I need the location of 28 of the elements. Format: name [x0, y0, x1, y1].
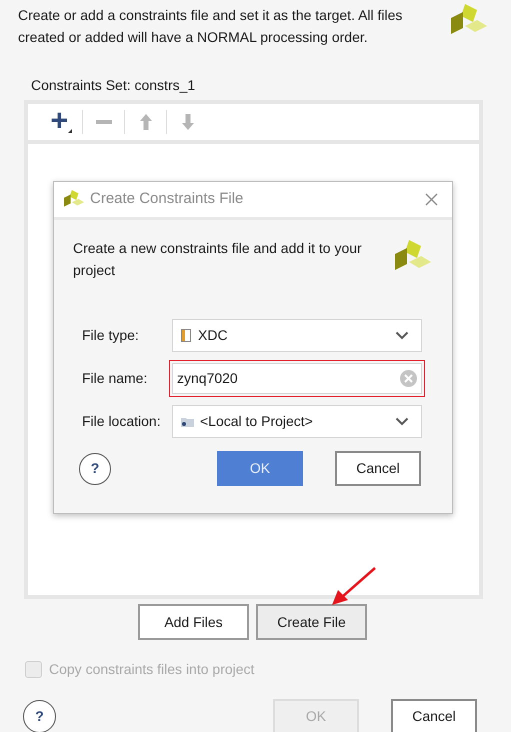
checkbox-label: Copy constraints files into project	[49, 660, 254, 679]
intro-text: Create or add a constraints file and set it as the target. All files created or added will have a NORMAL processing order.	[18, 6, 404, 47]
help-button[interactable]: ?	[23, 700, 56, 732]
folder-icon	[181, 416, 194, 427]
add-icon[interactable]	[50, 111, 72, 133]
chevron-down-icon	[395, 417, 409, 426]
field-label: File location:	[82, 412, 162, 431]
logo-icon	[64, 190, 84, 210]
file-name-field[interactable]: zynq7020	[169, 360, 425, 397]
constraints-set-label: Constraints Set: constrs_1	[31, 76, 196, 94]
dialog-button[interactable]: Cancel	[391, 699, 477, 732]
dropdown[interactable]: XDC	[172, 319, 422, 352]
help-button[interactable]: ?	[79, 452, 111, 484]
dialog-title: Create Constraints File	[90, 189, 244, 210]
field-label: File name:	[82, 369, 148, 388]
file-button[interactable]: Create File	[256, 604, 367, 640]
dropdown[interactable]: <Local to Project>	[172, 405, 422, 438]
field-label: File type:	[82, 326, 140, 345]
dialog-button[interactable]: Cancel	[335, 451, 421, 486]
file-icon	[181, 329, 192, 342]
dropdown-value: XDC	[198, 326, 229, 345]
dialog-description: Create a new constraints file and add it to your project	[73, 239, 363, 280]
file-button[interactable]: Add Files	[138, 604, 249, 640]
dropdown-value: <Local to Project>	[200, 412, 314, 431]
chevron-down-icon	[395, 331, 409, 340]
close-icon[interactable]	[425, 193, 438, 206]
field-value: zynq7020	[177, 369, 239, 388]
clear-icon[interactable]	[400, 370, 417, 387]
